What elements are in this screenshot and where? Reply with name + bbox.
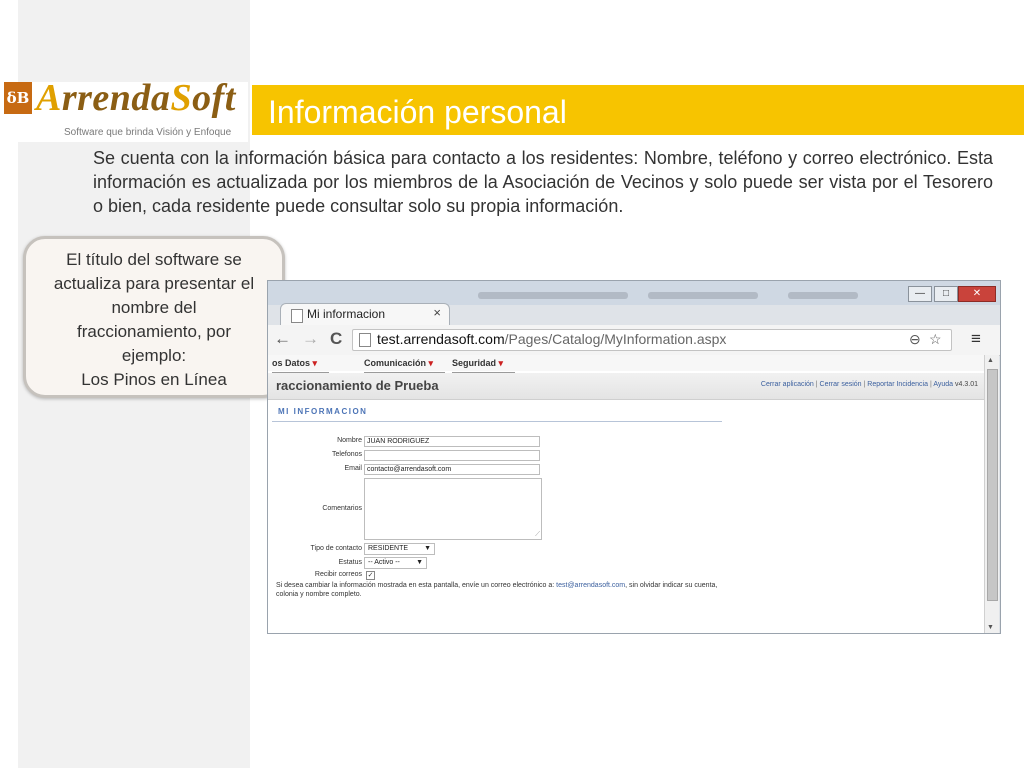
zoom-icon[interactable]: ⊖ xyxy=(909,331,921,348)
logo-wordmark: ArrendaSoft xyxy=(36,76,236,120)
reload-icon[interactable]: C xyxy=(330,329,342,349)
section-divider xyxy=(272,421,722,422)
logo-word-part2: oft xyxy=(192,77,236,119)
app-header: raccionamiento de Prueba Cerrar aplicaci… xyxy=(268,373,984,400)
nombre-field[interactable]: JUAN RODRIGUEZ xyxy=(364,436,540,447)
browser-menu-icon[interactable]: ≡ xyxy=(971,329,981,349)
logo-letter-a: A xyxy=(36,77,62,119)
browser-window: — □ ✕ Mi informacion × ← → C test.arrend… xyxy=(267,280,1001,634)
callout-line: nombre del xyxy=(111,298,197,317)
link-cerrar-sesion[interactable]: Cerrar sesión xyxy=(820,381,862,388)
callout-box: El título del software se actualiza para… xyxy=(23,236,285,398)
link-separator: | xyxy=(815,381,818,388)
link-reportar-incidencia[interactable]: Reportar Incidencia xyxy=(867,381,928,388)
scroll-down-icon[interactable]: ▼ xyxy=(987,624,994,631)
blurred-window-title xyxy=(648,292,758,299)
callout-line: fraccionamiento, por xyxy=(76,322,232,341)
menu-label: Seguridad xyxy=(452,358,497,368)
chevron-down-icon: ▾ xyxy=(428,358,434,368)
maximize-button[interactable]: □ xyxy=(934,286,958,302)
address-bar[interactable]: test.arrendasoft.com/Pages/Catalog/MyInf… xyxy=(352,329,952,351)
link-separator: | xyxy=(929,381,932,388)
chevron-down-icon: ▼ xyxy=(416,559,423,566)
tipo-contacto-select[interactable]: RESIDENTE ▼ xyxy=(364,543,435,555)
menu-datos[interactable]: os Datos ▾ xyxy=(272,358,330,373)
forward-icon[interactable]: → xyxy=(302,329,319,349)
link-separator: | xyxy=(863,381,866,388)
logo-mark: δB xyxy=(4,82,32,114)
note-email-link[interactable]: test@arrendasoft.com xyxy=(556,582,625,589)
blurred-window-title xyxy=(788,292,858,299)
note-text: Si desea cambiar la información mostrada… xyxy=(276,582,555,589)
tab-label: Mi informacion xyxy=(307,307,386,321)
bookmark-star-icon[interactable]: ☆ xyxy=(929,331,942,348)
telefonos-field[interactable] xyxy=(364,450,540,461)
url-text[interactable]: test.arrendasoft.com/Pages/Catalog/MyInf… xyxy=(377,331,726,347)
comentarios-label: Comentarios xyxy=(322,505,362,512)
app-version: v4.3.01 xyxy=(955,381,978,388)
email-label: Email xyxy=(344,465,362,472)
vertical-scrollbar[interactable]: ▲ ▼ xyxy=(984,355,999,633)
callout-line: Los Pinos en Línea xyxy=(81,370,227,389)
telefonos-label: Telefonos xyxy=(332,451,362,458)
back-icon[interactable]: ← xyxy=(274,329,291,349)
nombre-label: Nombre xyxy=(337,437,362,444)
estatus-value: -- Activo -- xyxy=(368,559,400,566)
browser-title-strip: — □ ✕ xyxy=(268,281,1000,305)
scrollbar-thumb[interactable] xyxy=(987,369,998,601)
close-window-button[interactable]: ✕ xyxy=(958,286,996,302)
slide-title: Información personal xyxy=(268,94,567,130)
app-title: raccionamiento de Prueba xyxy=(276,378,439,393)
menu-label: Comunicación xyxy=(364,358,427,368)
logo-mark-text: δB xyxy=(6,89,30,107)
recibir-correos-label: Recibir correos xyxy=(314,571,362,578)
tab-mi-informacion[interactable]: Mi informacion × xyxy=(280,303,450,326)
page-content: os Datos ▾ Comunicación ▾ Seguridad ▾ ra… xyxy=(268,355,984,633)
logo-tagline: Software que brinda Visión y Enfoque xyxy=(64,127,232,138)
minimize-button[interactable]: — xyxy=(908,286,932,302)
logo-letter-s: S xyxy=(170,77,193,119)
menu-label: os Datos xyxy=(272,358,311,368)
url-path: /Pages/Catalog/MyInformation.aspx xyxy=(504,331,727,347)
tipo-contacto-value: RESIDENTE xyxy=(368,545,409,552)
blurred-window-title xyxy=(478,292,628,299)
estatus-label: Estatus xyxy=(338,559,362,566)
contact-note: Si desea cambiar la información mostrada… xyxy=(276,581,726,599)
tipo-contacto-label: Tipo de contacto xyxy=(310,545,363,552)
chevron-down-icon: ▼ xyxy=(424,545,431,552)
chevron-down-icon: ▾ xyxy=(312,358,318,368)
recibir-correos-checkbox[interactable]: ✓ xyxy=(366,571,375,580)
callout-line: actualiza para presentar el xyxy=(53,274,255,293)
logo-word-part1: rrenda xyxy=(61,77,171,119)
chevron-down-icon: ▾ xyxy=(498,358,504,368)
app-header-links: Cerrar aplicación | Cerrar sesión | Repo… xyxy=(761,381,978,388)
tab-close-icon[interactable]: × xyxy=(433,305,441,320)
page-icon xyxy=(359,333,371,347)
comentarios-textarea[interactable] xyxy=(364,478,542,540)
menu-seguridad[interactable]: Seguridad ▾ xyxy=(452,358,516,373)
menu-comunicacion[interactable]: Comunicación ▾ xyxy=(364,358,446,373)
callout-line: ejemplo: xyxy=(121,346,187,365)
link-ayuda[interactable]: Ayuda xyxy=(933,381,953,388)
browser-toolbar: ← → C test.arrendasoft.com/Pages/Catalog… xyxy=(268,325,1000,356)
intro-paragraph: Se cuenta con la información básica para… xyxy=(93,148,993,216)
page-icon xyxy=(291,309,303,323)
app-menu-bar: os Datos ▾ Comunicación ▾ Seguridad ▾ xyxy=(268,355,984,373)
scroll-up-icon[interactable]: ▲ xyxy=(987,357,994,364)
estatus-select[interactable]: -- Activo -- ▼ xyxy=(364,557,427,569)
section-title: MI INFORMACION xyxy=(278,407,368,416)
callout-line: El título del software se xyxy=(66,250,242,269)
url-host: test.arrendasoft.com xyxy=(377,331,505,347)
email-field[interactable]: contacto@arrendasoft.com xyxy=(364,464,540,475)
link-cerrar-aplicacion[interactable]: Cerrar aplicación xyxy=(761,381,814,388)
